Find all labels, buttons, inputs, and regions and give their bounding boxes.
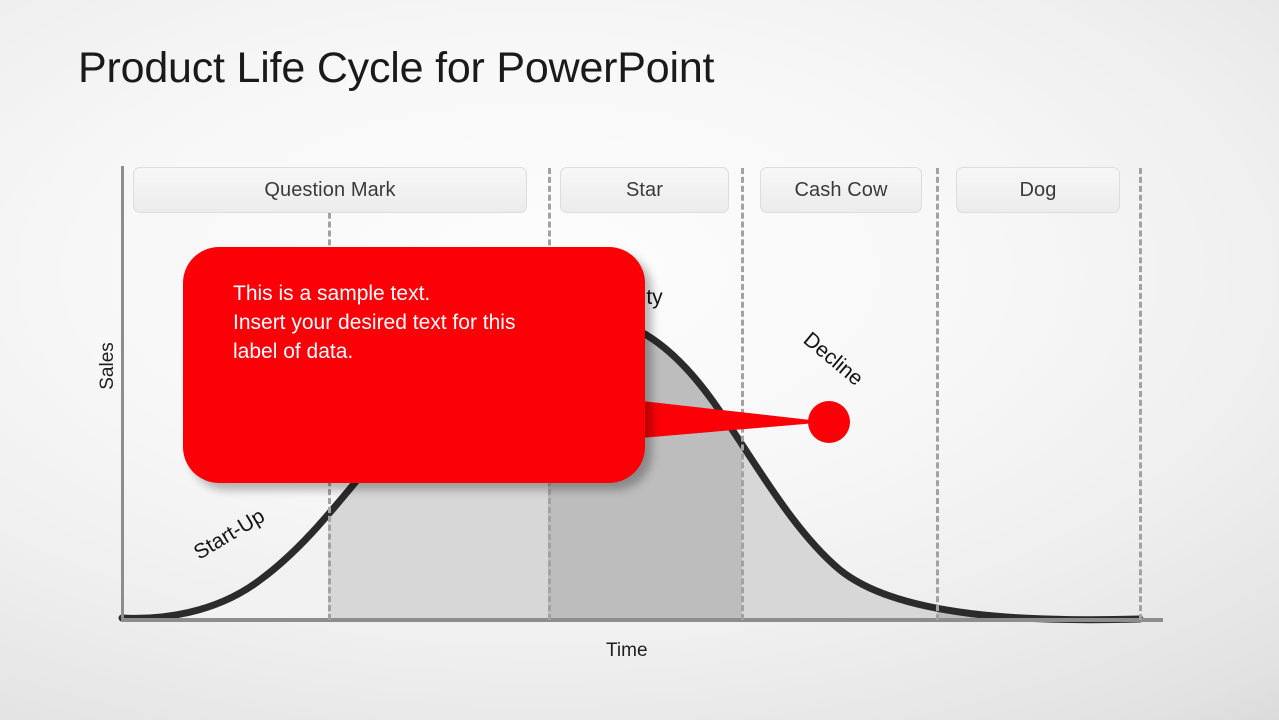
stage-divider-5 <box>1139 168 1142 620</box>
y-axis-label: Sales <box>97 342 118 390</box>
data-point-marker[interactable] <box>808 401 850 443</box>
callout-line-3: label of data. <box>233 340 354 363</box>
slide-canvas: Product Life Cycle for PowerPoint Questi… <box>0 0 1279 720</box>
y-axis-line <box>121 166 124 622</box>
stage-box-star[interactable]: Star <box>560 167 729 213</box>
stage-divider-4 <box>936 168 939 620</box>
stage-label-question-mark: Question Mark <box>264 178 396 201</box>
stage-box-dog[interactable]: Dog <box>956 167 1120 213</box>
callout-line-1: This is a sample text. <box>233 282 431 305</box>
x-axis-label: Time <box>606 640 648 661</box>
stage-box-cash-cow[interactable]: Cash Cow <box>760 167 922 213</box>
callout-text: This is a sample text. Insert your desir… <box>233 279 603 366</box>
stage-label-dog: Dog <box>1019 178 1057 201</box>
product-life-cycle-chart: Question Mark Star Cash Cow Dog Start-Up… <box>0 0 1279 720</box>
callout-bubble[interactable]: This is a sample text. Insert your desir… <box>183 247 645 483</box>
stage-label-star: Star <box>625 178 664 201</box>
callout-line-2: Insert your desired text for this <box>233 311 516 334</box>
band-dog <box>937 317 1140 621</box>
stage-box-question-mark[interactable]: Question Mark <box>133 167 527 213</box>
stage-divider-3 <box>741 168 744 620</box>
band-cash-cow <box>742 317 937 621</box>
x-axis-line <box>121 618 1163 622</box>
stage-label-cash-cow: Cash Cow <box>794 178 888 201</box>
band-tail <box>1140 166 1163 622</box>
